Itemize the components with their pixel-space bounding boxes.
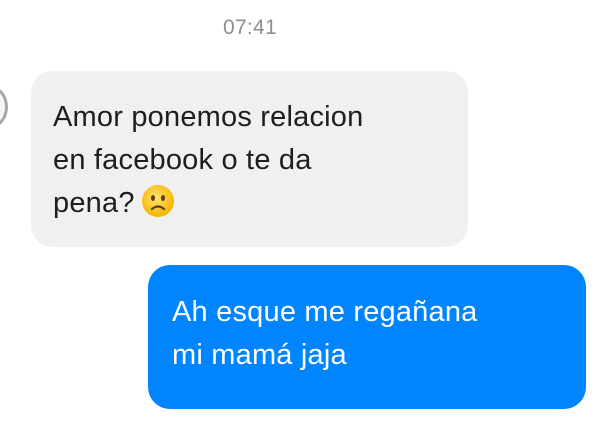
slightly-frowning-face-icon	[141, 184, 175, 218]
message-line: pena?	[53, 182, 448, 225]
avatar[interactable]	[0, 86, 8, 128]
incoming-message-bubble[interactable]: Amor ponemos relacion en facebook o te d…	[31, 71, 468, 247]
message-line-text: pena?	[53, 187, 135, 219]
message-line: en facebook o te da	[53, 144, 312, 176]
message-line: Ah esque me regañana	[172, 296, 478, 328]
message-line: Amor ponemos relacion	[53, 101, 364, 133]
message-line: mi mamá jaja	[172, 339, 347, 371]
message-timestamp: 07:41	[222, 16, 278, 39]
outgoing-message-bubble[interactable]: Ah esque me regañana mi mamá jaja	[148, 265, 586, 409]
chat-thread: 07:41 Amor ponemos relacion en facebook …	[0, 0, 612, 446]
